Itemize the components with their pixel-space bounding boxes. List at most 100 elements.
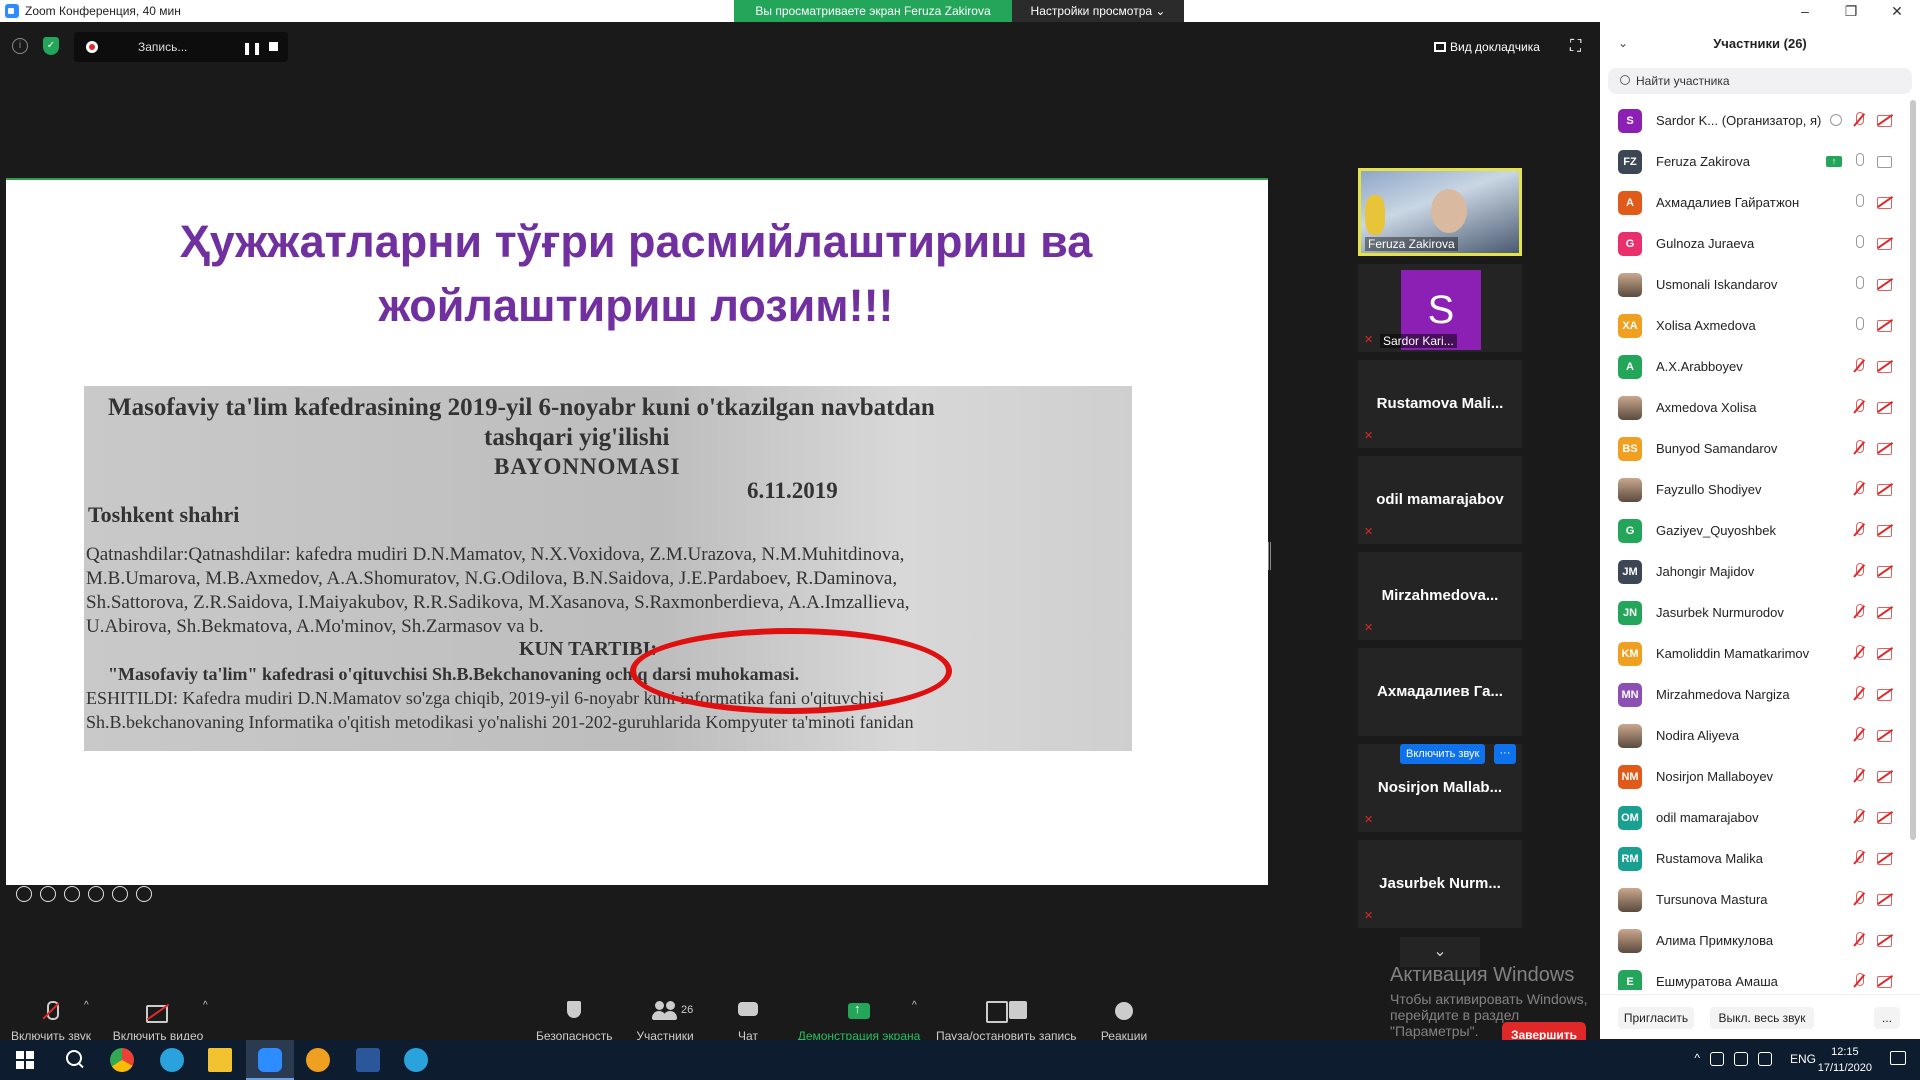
taskbar-clock[interactable]: 12:15 17/11/2020 — [1818, 1044, 1872, 1076]
participant-row[interactable]: A Ахмадалиев Гайратжон — [1600, 182, 1908, 223]
annotate-tool-icon[interactable] — [64, 886, 80, 902]
microphone-muted-icon[interactable] — [1852, 440, 1866, 456]
meeting-info-icon[interactable]: i — [12, 38, 28, 54]
participant-row[interactable]: NM Nosirjon Mallaboyev — [1600, 756, 1908, 797]
microphone-muted-icon[interactable] — [1852, 645, 1866, 661]
thumbnails-scroll-down-icon[interactable]: ⌄ — [1400, 937, 1480, 967]
zoom-app-icon[interactable] — [258, 1048, 282, 1072]
share-screen-button[interactable]: Демонстрация экрана — [796, 1000, 922, 1043]
participant-row[interactable]: G Gaziyev_Quyoshbek — [1600, 510, 1908, 551]
notifications-icon[interactable] — [1890, 1051, 1906, 1065]
microphone-icon[interactable] — [1852, 276, 1866, 292]
chat-button[interactable]: Чат — [728, 1000, 768, 1043]
annotate-tool-icon[interactable] — [40, 886, 56, 902]
camera-off-icon[interactable] — [1876, 440, 1894, 456]
participant-row[interactable]: BS Bunyod Samandarov — [1600, 428, 1908, 469]
participant-row[interactable]: Алима Примкулова — [1600, 920, 1908, 961]
camera-off-icon[interactable] — [1876, 809, 1894, 825]
reactions-button[interactable]: Реакции — [1100, 1000, 1148, 1043]
microphone-muted-icon[interactable] — [1852, 358, 1866, 374]
share-options-caret[interactable]: ^ — [912, 1000, 917, 1011]
speaker-view-button[interactable]: Вид докладчика — [1434, 32, 1552, 62]
participant-row[interactable]: Axmedova Xolisa — [1600, 387, 1908, 428]
mute-all-button[interactable]: Выкл. весь звук — [1710, 1007, 1814, 1029]
microphone-muted-icon[interactable] — [1852, 481, 1866, 497]
network-icon[interactable] — [1734, 1052, 1748, 1066]
participant-row[interactable]: Usmonali Iskandarov — [1600, 264, 1908, 305]
video-tile[interactable]: Rustamova Mali... ✕ — [1358, 360, 1522, 448]
participant-row[interactable]: E Ешмуратова Амаша — [1600, 961, 1908, 990]
video-tile[interactable]: Mirzahmedova... ✕ — [1358, 552, 1522, 640]
camera-off-icon[interactable] — [1876, 194, 1894, 210]
microphone-muted-icon[interactable] — [1852, 727, 1866, 743]
camera-off-icon[interactable] — [1876, 235, 1894, 251]
microphone-icon[interactable] — [1852, 235, 1866, 251]
participant-search-input[interactable] — [1636, 72, 1896, 90]
camera-off-icon[interactable] — [1876, 399, 1894, 415]
microphone-icon[interactable] — [1852, 194, 1866, 210]
telegram-desktop-icon[interactable] — [404, 1048, 428, 1072]
microphone-muted-icon[interactable] — [1852, 399, 1866, 415]
microphone-muted-icon[interactable] — [1852, 973, 1866, 989]
telegram-icon[interactable] — [160, 1048, 184, 1072]
video-tile[interactable]: odil mamarajabov ✕ — [1358, 456, 1522, 544]
camera-off-icon[interactable] — [1876, 768, 1894, 784]
participant-row[interactable]: OM odil mamarajabov — [1600, 797, 1908, 838]
annotate-tool-icon[interactable] — [112, 886, 128, 902]
video-tile[interactable]: S Sardor Kari... ✕ — [1358, 264, 1522, 352]
camera-icon[interactable] — [1876, 153, 1894, 169]
video-tile[interactable]: Включить звук ··· Nosirjon Mallab... ✕ — [1358, 744, 1522, 832]
annotate-tool-icon[interactable] — [136, 886, 152, 902]
microphone-icon[interactable] — [1852, 317, 1866, 333]
invite-button[interactable]: Пригласить — [1618, 1007, 1694, 1029]
participant-row[interactable]: Fayzullo Shodiyev — [1600, 469, 1908, 510]
participant-row[interactable]: Tursunova Mastura — [1600, 879, 1908, 920]
microphone-muted-icon[interactable] — [1852, 604, 1866, 620]
camera-off-icon[interactable] — [1876, 850, 1894, 866]
microphone-muted-icon[interactable] — [1852, 686, 1866, 702]
camera-off-icon[interactable] — [1876, 481, 1894, 497]
chrome-icon[interactable] — [110, 1048, 134, 1072]
start-video-button[interactable]: Включить видео — [112, 1000, 204, 1043]
participant-row[interactable]: RM Rustamova Malika — [1600, 838, 1908, 879]
participant-row[interactable]: G Gulnoza Juraeva — [1600, 223, 1908, 264]
camera-off-icon[interactable] — [1876, 276, 1894, 292]
close-button[interactable]: ✕ — [1874, 0, 1920, 22]
fullscreen-icon[interactable]: ⛶ — [1570, 39, 1586, 55]
participant-row[interactable]: MN Mirzahmedova Nargiza — [1600, 674, 1908, 715]
video-options-caret[interactable]: ^ — [203, 1000, 208, 1011]
stop-recording-button[interactable] — [269, 42, 278, 51]
panel-more-button[interactable]: ... — [1874, 1007, 1900, 1029]
input-language[interactable]: ENG — [1790, 1052, 1816, 1066]
camera-off-icon[interactable] — [1876, 112, 1894, 128]
camera-off-icon[interactable] — [1876, 973, 1894, 989]
restore-button[interactable]: ❐ — [1828, 0, 1874, 22]
annotate-tool-icon[interactable] — [16, 886, 32, 902]
minimize-button[interactable]: – — [1782, 0, 1828, 22]
word-icon[interactable] — [356, 1048, 380, 1072]
encryption-shield-icon[interactable]: ✓ — [43, 37, 59, 55]
file-explorer-icon[interactable] — [208, 1048, 232, 1072]
panel-scrollbar[interactable] — [1910, 100, 1916, 840]
unmute-button[interactable]: Включить звук — [8, 1000, 94, 1043]
microphone-muted-icon[interactable] — [1852, 891, 1866, 907]
microphone-icon[interactable] — [1852, 153, 1866, 169]
search-icon[interactable] — [62, 1048, 86, 1072]
microphone-muted-icon[interactable] — [1852, 112, 1866, 128]
pause-recording-button[interactable]: ❚❚ — [242, 41, 262, 55]
microphone-muted-icon[interactable] — [1852, 932, 1866, 948]
camera-off-icon[interactable] — [1876, 686, 1894, 702]
camera-off-icon[interactable] — [1876, 358, 1894, 374]
camera-off-icon[interactable] — [1876, 891, 1894, 907]
camera-off-icon[interactable] — [1876, 932, 1894, 948]
participant-row[interactable]: JM Jahongir Majidov — [1600, 551, 1908, 592]
camera-off-icon[interactable] — [1876, 317, 1894, 333]
participant-row[interactable]: KM Kamoliddin Mamatkarimov — [1600, 633, 1908, 674]
security-button[interactable]: Безопасность — [536, 1000, 613, 1043]
camera-off-icon[interactable] — [1876, 645, 1894, 661]
microphone-muted-icon[interactable] — [1852, 809, 1866, 825]
camera-off-icon[interactable] — [1876, 727, 1894, 743]
video-tile-active-speaker[interactable]: Feruza Zakirova — [1358, 168, 1522, 256]
app-icon[interactable] — [306, 1048, 330, 1072]
camera-off-icon[interactable] — [1876, 604, 1894, 620]
